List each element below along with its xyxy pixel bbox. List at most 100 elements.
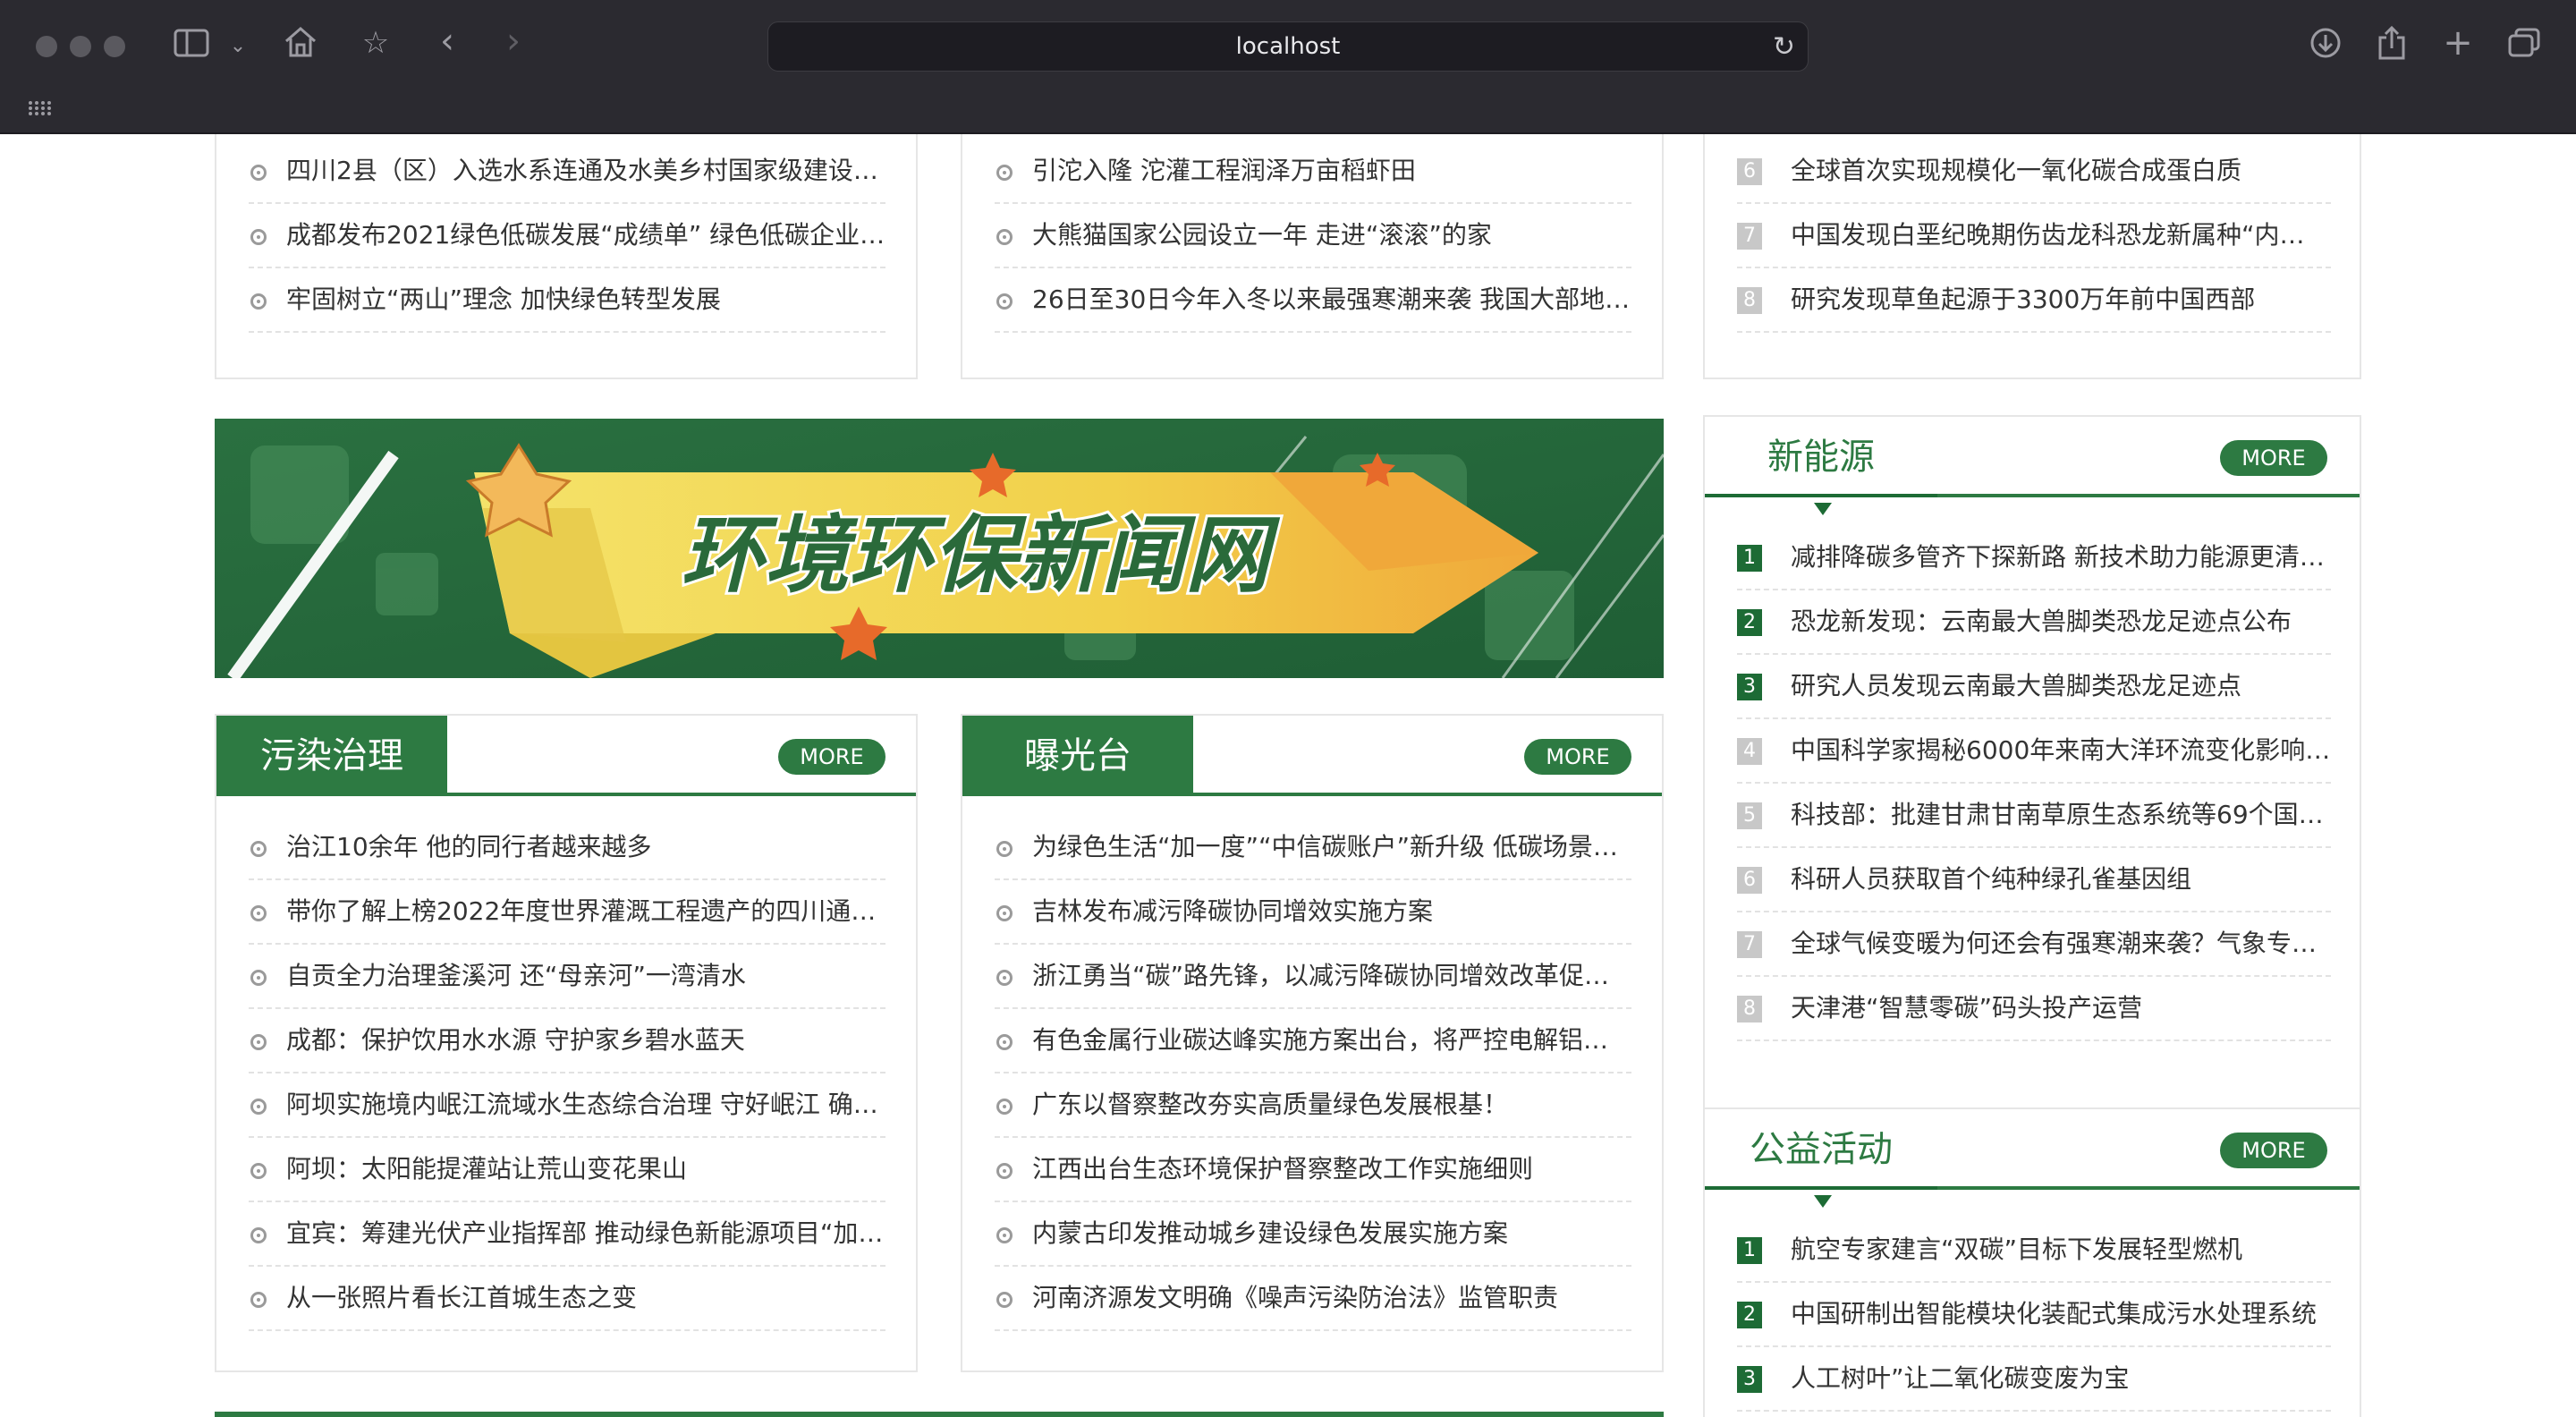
list-item[interactable]: 8 研究发现草鱼起源于3300万年前中国西部: [1737, 268, 2331, 333]
rank-badge: 3: [1737, 674, 1762, 700]
list-item[interactable]: 成都发布2021绿色低碳发展“成绩单” 绿色低碳企业…: [249, 204, 886, 268]
charity-section: 公益活动 MORE 1 航空专家建言“双碳”目标下发展轻型燃机 2 中国研制出智能模…: [1703, 1107, 2361, 1417]
top-mid-news-box: 引沱入隆 沱灌工程润泽万亩稻虾田 大熊猫国家公园设立一年 走进“滚滚”的家 26…: [961, 134, 1664, 379]
list-item[interactable]: 河南济源发文明确《噪声污染防治法》监管职责: [995, 1267, 1631, 1331]
chevron-down-icon[interactable]: ⌄: [227, 29, 249, 64]
rank-badge: 5: [1737, 802, 1762, 829]
list-item[interactable]: 自贡全力治理釜溪河 还“母亲河”一湾清水: [249, 945, 886, 1009]
list-item[interactable]: 6 全球首次实现规模化一氧化碳合成蛋白质: [1737, 140, 2331, 204]
list-item[interactable]: 为绿色生活“加一度”“中信碳账户”新升级 低碳场景…: [995, 816, 1631, 880]
charity-title[interactable]: 公益活动: [1750, 1109, 1893, 1190]
list-item[interactable]: 3 研究人员发现云南最大兽脚类恐龙足迹点: [1737, 655, 2331, 719]
list-item[interactable]: 1 航空专家建言“双碳”目标下发展轻型燃机: [1737, 1218, 2331, 1283]
list-item[interactable]: 8 天津港“智慧零碳”码头投产运营: [1737, 977, 2331, 1041]
exposure-section: 曝光台 MORE 为绿色生活“加一度”“中信碳账户”新升级 低碳场景… 吉林发布…: [961, 714, 1664, 1372]
new-energy-section: 新能源 MORE 1 减排降碳多管齐下探新路 新技术助力能源更清… 2 恐龙新发现：…: [1703, 415, 2361, 1202]
home-icon[interactable]: [281, 25, 320, 67]
list-item[interactable]: 4 中国科学家揭秘6000年来南大洋环流变化影响…: [1737, 719, 2331, 784]
download-icon[interactable]: [2306, 27, 2345, 67]
header-pointer-icon: [1814, 1195, 1832, 1208]
sidebar-icon[interactable]: [172, 27, 211, 67]
rank-badge: 2: [1737, 1302, 1762, 1328]
list-item[interactable]: 引沱入隆 沱灌工程润泽万亩稻虾田: [995, 140, 1631, 204]
list-item-title: 中国研制出智能模块化装配式集成污水处理系统: [1791, 1299, 2318, 1328]
list-item[interactable]: 广东以督察整改夯实高质量绿色发展根基！: [995, 1073, 1631, 1138]
address-text: localhost: [1235, 33, 1341, 60]
web-page: 四川2县（区）入选水系连通及水美乡村国家级建设… 成都发布2021绿色低碳发展“…: [0, 134, 2576, 1417]
list-item-title: 天津港“智慧零碳”码头投产运营: [1791, 993, 2143, 1022]
list-item[interactable]: 26日至30日今年入冬以来最强寒潮来袭 我国大部地…: [995, 268, 1631, 333]
list-item[interactable]: 有色金属行业碳达峰实施方案出台，将严控电解铝…: [995, 1009, 1631, 1073]
new-energy-more-button[interactable]: MORE: [2220, 440, 2327, 476]
list-item[interactable]: 7 全球气候变暖为何还会有强寒潮来袭？气象专…: [1737, 912, 2331, 977]
list-item-title: 研究发现草鱼起源于3300万年前中国西部: [1791, 284, 2256, 314]
list-item[interactable]: 大熊猫国家公园设立一年 走进“滚滚”的家: [995, 204, 1631, 268]
header-underline: [1705, 1186, 1937, 1208]
list-item-title: 人工树叶”让二氧化碳变废为宝: [1791, 1363, 2130, 1393]
list-item[interactable]: 2 恐龙新发现：云南最大兽脚类恐龙足迹点公布: [1737, 590, 2331, 655]
reload-icon[interactable]: ↻: [1773, 31, 1795, 63]
address-bar[interactable]: localhost ↻: [767, 21, 1809, 72]
exposure-more-button[interactable]: MORE: [1524, 739, 1631, 775]
rank-badge: 4: [1737, 738, 1762, 765]
list-item-title: 全球气候变暖为何还会有强寒潮来袭？气象专…: [1791, 929, 2318, 958]
new-energy-news-list: 1 减排降碳多管齐下探新路 新技术助力能源更清… 2 恐龙新发现：云南最大兽脚类恐龙…: [1737, 526, 2331, 1041]
list-item-title: 研究人员发现云南最大兽脚类恐龙足迹点: [1791, 671, 2242, 700]
list-item[interactable]: 牢固树立“两山”理念 加快绿色转型发展: [249, 268, 886, 333]
rank-badge: 7: [1737, 223, 1762, 250]
list-item[interactable]: 浙江勇当“碳”路先锋，以减污降碳协同增效改革促…: [995, 945, 1631, 1009]
tab-overview-icon[interactable]: [2504, 27, 2544, 67]
zoom-window-button[interactable]: [104, 36, 125, 57]
new-energy-header: 新能源 MORE: [1705, 417, 2360, 515]
list-item[interactable]: 治江10余年 他的同行者越来越多: [249, 816, 886, 880]
new-tab-icon[interactable]: +: [2438, 25, 2478, 61]
list-item-title: 航空专家建言“双碳”目标下发展轻型燃机: [1791, 1235, 2243, 1264]
pollution-section: 污染治理 MORE 治江10余年 他的同行者越来越多 带你了解上榜2022年度世…: [215, 714, 918, 1372]
exposure-title[interactable]: 曝光台: [962, 716, 1193, 796]
pollution-more-button[interactable]: MORE: [778, 739, 886, 775]
charity-more-button[interactable]: MORE: [2220, 1133, 2327, 1168]
list-item[interactable]: 四川2县（区）入选水系连通及水美乡村国家级建设…: [249, 140, 886, 204]
list-item[interactable]: 1 减排降碳多管齐下探新路 新技术助力能源更清…: [1737, 526, 2331, 590]
list-item[interactable]: 6 科研人员获取首个纯种绿孔雀基因组: [1737, 848, 2331, 912]
rank-badge: 8: [1737, 996, 1762, 1022]
list-item[interactable]: 2 中国研制出智能模块化装配式集成污水处理系统: [1737, 1283, 2331, 1347]
share-icon[interactable]: [2372, 25, 2411, 69]
close-window-button[interactable]: [36, 36, 57, 57]
star-icon[interactable]: ☆: [356, 25, 395, 61]
list-item[interactable]: 带你了解上榜2022年度世界灌溉工程遗产的四川通…: [249, 880, 886, 945]
apps-grid-icon[interactable]: [25, 93, 55, 129]
list-item[interactable]: 成都：保护饮用水水源 守护家乡碧水蓝天: [249, 1009, 886, 1073]
list-item[interactable]: 阿坝：太阳能提灌站让荒山变花果山: [249, 1138, 886, 1202]
rank-badge: 3: [1737, 1366, 1762, 1393]
site-banner[interactable]: 环境环保新闻网: [215, 419, 1664, 678]
exposure-header: 曝光台 MORE: [962, 716, 1662, 796]
list-item[interactable]: 宜宾：筹建光伏产业指挥部 推动绿色新能源项目“加…: [249, 1202, 886, 1267]
list-item-title: 科研人员获取首个纯种绿孔雀基因组: [1791, 864, 2192, 894]
list-item[interactable]: 内蒙古印发推动城乡建设绿色发展实施方案: [995, 1202, 1631, 1267]
list-item[interactable]: 江西出台生态环境保护督察整改工作实施细则: [995, 1138, 1631, 1202]
top-mid-news-list: 引沱入隆 沱灌工程润泽万亩稻虾田 大熊猫国家公园设立一年 走进“滚滚”的家 26…: [995, 140, 1631, 333]
list-item[interactable]: 7 中国发现白垩纪晚期伤齿龙科恐龙新属种“内…: [1737, 204, 2331, 268]
new-energy-title[interactable]: 新能源: [1767, 417, 1875, 497]
top-right-ranking-box: 6 全球首次实现规模化一氧化碳合成蛋白质 7 中国发现白垩纪晚期伤齿龙科恐龙新属种“…: [1703, 134, 2361, 379]
list-item-title: 全球首次实现规模化一氧化碳合成蛋白质: [1791, 156, 2242, 185]
list-item-title: 减排降碳多管齐下探新路 新技术助力能源更清…: [1791, 542, 2325, 572]
back-icon[interactable]: ‹: [428, 23, 467, 59]
minimize-window-button[interactable]: [70, 36, 91, 57]
list-item[interactable]: 5 科技部：批建甘肃甘南草原生态系统等69个国…: [1737, 784, 2331, 848]
rank-badge: 1: [1737, 1237, 1762, 1264]
list-item[interactable]: 3 人工树叶”让二氧化碳变废为宝: [1737, 1347, 2331, 1412]
rank-badge: 6: [1737, 867, 1762, 894]
header-underline: [1705, 494, 1937, 515]
list-item[interactable]: 吉林发布减污降碳协同增效实施方案: [995, 880, 1631, 945]
forward-icon[interactable]: ›: [494, 23, 533, 59]
rank-badge: 8: [1737, 287, 1762, 314]
pollution-title[interactable]: 污染治理: [216, 716, 447, 796]
browser-toolbar: ⌄ ☆ ‹ › localhost ↻ +: [0, 0, 2576, 134]
list-item[interactable]: 从一张照片看长江首城生态之变: [249, 1267, 886, 1331]
top-left-news-box: 四川2县（区）入选水系连通及水美乡村国家级建设… 成都发布2021绿色低碳发展“…: [215, 134, 918, 379]
list-item[interactable]: 阿坝实施境内岷江流域水生态综合治理 守好岷江 确…: [249, 1073, 886, 1138]
rank-badge: 7: [1737, 931, 1762, 958]
top-right-ranking-list: 6 全球首次实现规模化一氧化碳合成蛋白质 7 中国发现白垩纪晚期伤齿龙科恐龙新属种“…: [1737, 140, 2331, 333]
